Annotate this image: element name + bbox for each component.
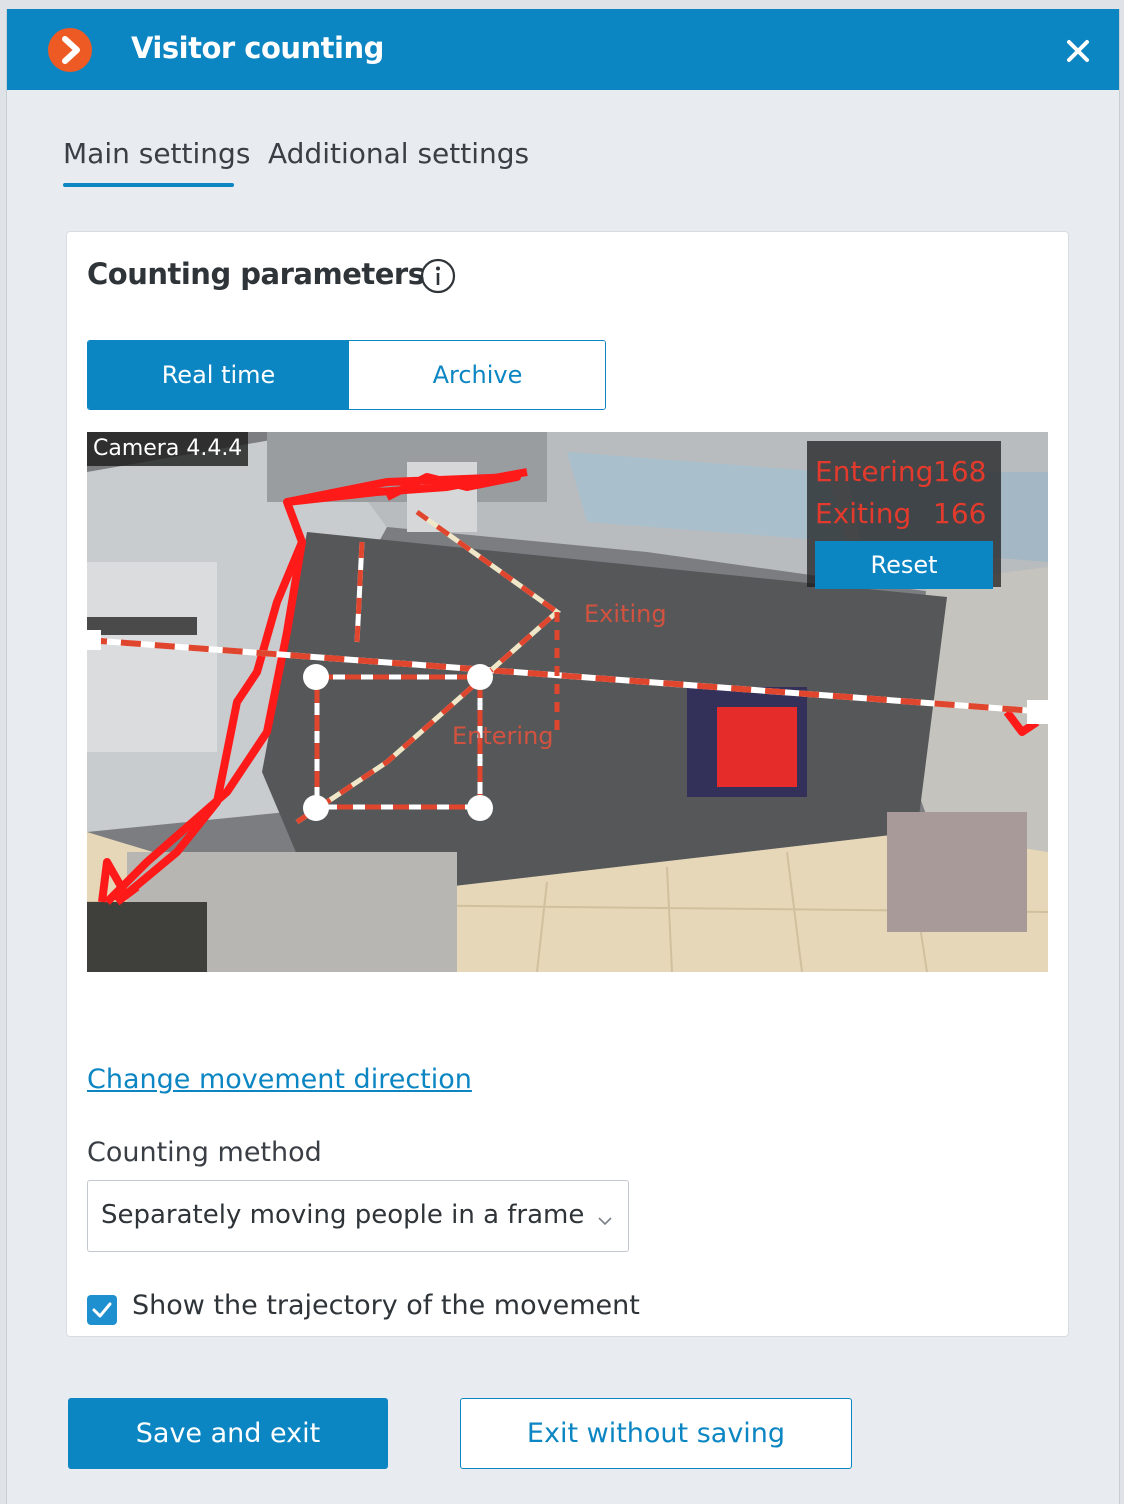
title-bar: Visitor counting (7, 9, 1119, 90)
show-trajectory-checkbox[interactable] (87, 1295, 117, 1325)
camera-video-preview[interactable]: Camera 4.4.4 Exiting Entering Entering 1… (87, 432, 1048, 972)
section-title: Counting parameters (87, 257, 425, 291)
exiting-label: Exiting (815, 497, 912, 530)
change-movement-direction-link[interactable]: Change movement direction (87, 1064, 472, 1095)
visitor-counting-dialog: Visitor counting Main settings Additiona… (6, 9, 1120, 1504)
counting-method-label: Counting method (87, 1137, 322, 1168)
chevron-down-icon (598, 1211, 612, 1226)
archive-button[interactable]: Archive (349, 341, 605, 409)
info-icon[interactable] (420, 258, 456, 294)
tab-additional-settings[interactable]: Additional settings (268, 137, 529, 170)
checkmark-icon (92, 1302, 112, 1318)
save-and-exit-button[interactable]: Save and exit (68, 1398, 388, 1469)
show-trajectory-label[interactable]: Show the trajectory of the movement (132, 1290, 640, 1321)
camera-label: Camera 4.4.4 (87, 432, 249, 466)
entering-label: Entering (815, 455, 934, 488)
counting-method-select[interactable]: Separately moving people in a frame (87, 1180, 629, 1252)
app-logo-icon (48, 28, 92, 72)
active-tab-indicator (63, 183, 234, 187)
zone-label-exiting: Exiting (584, 600, 667, 628)
window-title: Visitor counting (131, 31, 384, 65)
real-time-button[interactable]: Real time (88, 341, 349, 409)
close-icon[interactable] (1060, 33, 1096, 69)
counter-overlay: Entering 168 Exiting 166 Reset (807, 441, 1001, 589)
counting-method-value: Separately moving people in a frame (101, 1200, 585, 1230)
exiting-count: 166 (933, 497, 987, 530)
tab-main-settings[interactable]: Main settings (63, 137, 250, 170)
entering-count: 168 (933, 455, 987, 488)
zone-label-entering: Entering (452, 722, 554, 750)
counting-parameters-card: Counting parameters Real time Archive Ca… (66, 231, 1069, 1337)
mode-toggle: Real time Archive (87, 340, 606, 410)
reset-button[interactable]: Reset (815, 541, 993, 589)
exit-without-saving-button[interactable]: Exit without saving (460, 1398, 852, 1469)
